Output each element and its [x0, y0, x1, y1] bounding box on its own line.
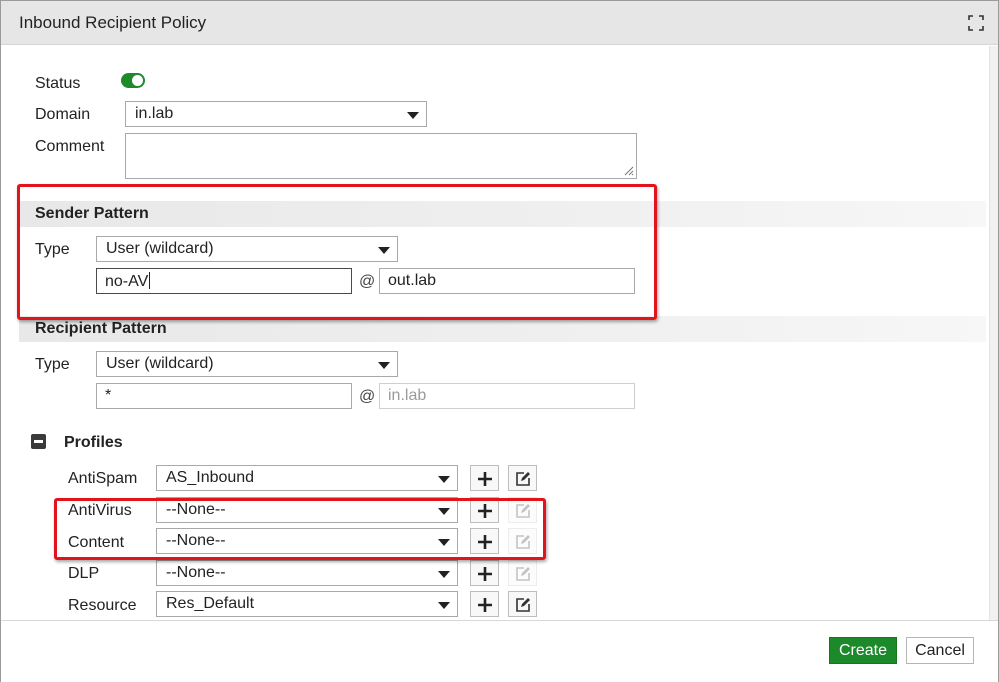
recipient-type-select[interactable]: User (wildcard) [96, 351, 398, 377]
profile-label-resource: Resource [68, 597, 137, 614]
antispam-select[interactable]: AS_Inbound [156, 465, 458, 491]
dialog-titlebar: Inbound Recipient Policy [1, 1, 998, 45]
profiles-heading: Profiles [64, 434, 123, 451]
comment-textarea[interactable] [125, 133, 637, 179]
dlp-add-button[interactable] [470, 560, 499, 586]
sender-user-input[interactable]: no-AV [96, 268, 352, 294]
domain-select-value: in.lab [135, 105, 174, 122]
content-add-button[interactable] [470, 528, 499, 554]
dialog-title: Inbound Recipient Policy [19, 13, 207, 32]
sender-type-label: Type [35, 241, 70, 258]
sender-user-value: no-AV [105, 273, 149, 290]
profile-label-antivirus: AntiVirus [68, 502, 132, 519]
chevron-down-icon [438, 539, 450, 546]
recipient-at-sign: @ [359, 388, 376, 405]
chevron-down-icon [407, 112, 419, 119]
edit-icon [516, 504, 530, 518]
plus-icon [478, 472, 492, 486]
vertical-scrollbar[interactable] [989, 46, 998, 620]
toggle-knob [132, 75, 143, 86]
plus-icon [478, 504, 492, 518]
chevron-down-icon [438, 508, 450, 515]
chevron-down-icon [378, 247, 390, 254]
dlp-edit-button [508, 560, 537, 586]
edit-icon [516, 535, 530, 549]
edit-icon [516, 598, 530, 612]
plus-icon [478, 598, 492, 612]
recipient-type-value: User (wildcard) [106, 355, 214, 372]
resize-grip-icon[interactable] [622, 164, 634, 176]
sender-domain-input[interactable]: out.lab [379, 268, 635, 294]
content-select[interactable]: --None-- [156, 528, 458, 554]
content-edit-button [508, 528, 537, 554]
chevron-down-icon [438, 571, 450, 578]
dialog-body: Status Domain in.lab Comment Sender Patt… [1, 46, 990, 620]
status-toggle[interactable] [121, 73, 145, 88]
recipient-user-value: * [105, 387, 112, 404]
dlp-select[interactable]: --None-- [156, 560, 458, 586]
sender-type-select[interactable]: User (wildcard) [96, 236, 398, 262]
collapse-minus-icon[interactable] [31, 434, 46, 449]
profile-label-content: Content [68, 534, 125, 551]
edit-icon [516, 567, 530, 581]
resource-add-button[interactable] [470, 591, 499, 617]
chevron-down-icon [438, 602, 450, 609]
plus-icon [478, 567, 492, 581]
antivirus-edit-button [508, 497, 537, 523]
recipient-type-label: Type [35, 356, 70, 373]
recipient-domain-input: in.lab [379, 383, 635, 409]
edit-icon [516, 472, 530, 486]
sender-pattern-section: Sender Pattern [19, 201, 986, 227]
chevron-down-icon [438, 476, 450, 483]
create-button[interactable]: Create [829, 637, 897, 664]
resource-edit-button[interactable] [508, 591, 537, 617]
recipient-user-input[interactable]: * [96, 383, 352, 409]
maximize-icon[interactable] [968, 15, 984, 31]
content-value: --None-- [166, 532, 226, 549]
text-cursor [149, 272, 151, 289]
inbound-recipient-policy-dialog: Inbound Recipient Policy Status Domain i… [0, 0, 999, 682]
antispam-value: AS_Inbound [166, 469, 255, 486]
dlp-value: --None-- [166, 564, 226, 581]
comment-label: Comment [35, 138, 105, 155]
antispam-edit-button[interactable] [508, 465, 537, 491]
antispam-add-button[interactable] [470, 465, 499, 491]
domain-label: Domain [35, 106, 91, 123]
resource-value: Res_Default [166, 595, 255, 612]
sender-type-value: User (wildcard) [106, 240, 214, 257]
sender-at-sign: @ [359, 273, 376, 290]
sender-pattern-heading: Sender Pattern [35, 205, 149, 222]
antivirus-select[interactable]: --None-- [156, 497, 458, 523]
profile-label-antispam: AntiSpam [68, 470, 138, 487]
antivirus-add-button[interactable] [470, 497, 499, 523]
recipient-pattern-heading: Recipient Pattern [35, 320, 167, 337]
plus-icon [478, 535, 492, 549]
cancel-button[interactable]: Cancel [906, 637, 974, 664]
antivirus-value: --None-- [166, 501, 226, 518]
domain-select[interactable]: in.lab [125, 101, 427, 127]
recipient-pattern-section: Recipient Pattern [19, 316, 986, 342]
profile-label-dlp: DLP [68, 565, 100, 582]
sender-domain-value: out.lab [388, 272, 437, 289]
resource-select[interactable]: Res_Default [156, 591, 458, 617]
recipient-domain-value: in.lab [388, 387, 427, 404]
status-label: Status [35, 75, 81, 92]
chevron-down-icon [378, 362, 390, 369]
